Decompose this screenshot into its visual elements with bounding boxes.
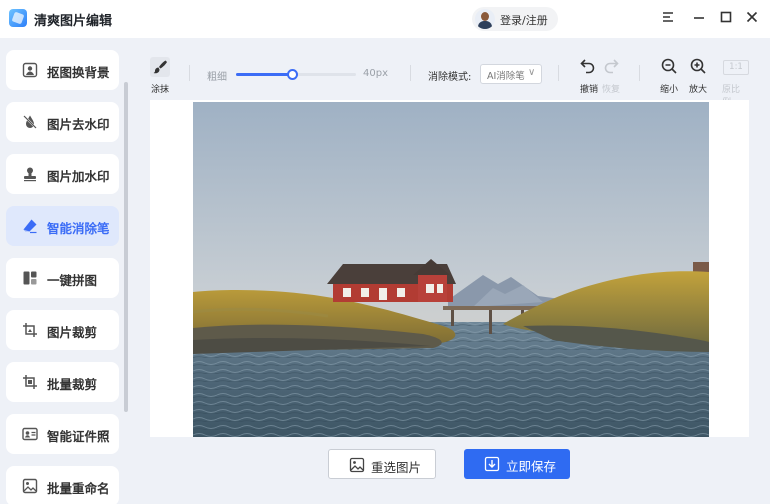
sidebar-item-id-photo[interactable]: 智能证件照 (6, 414, 119, 454)
smear-tool-label: 涂抹 (151, 85, 170, 95)
login-label: 登录/注册 (500, 14, 548, 27)
image-canvas[interactable] (150, 100, 749, 437)
main-panel: 涂抹 粗细 40px 消除模式: AI消除笔 ∨ 撤销 恢复 缩小 放大 1:1… (130, 38, 770, 504)
id-photo-icon (22, 427, 38, 441)
maximize-icon[interactable] (718, 9, 734, 25)
stamp-icon (24, 167, 36, 182)
original-ratio-button[interactable]: 1:1 (723, 60, 749, 75)
sidebar-item-batch-crop[interactable]: 批量裁剪 (6, 362, 119, 402)
collage-icon (23, 271, 37, 285)
sidebar-item-label: 图片去水印 (47, 117, 110, 132)
cutout-icon (22, 62, 38, 78)
save-now-label: 立即保存 (506, 459, 557, 474)
zoom-in-label: 放大 (689, 85, 708, 95)
batch-crop-icon (23, 375, 37, 389)
zoom-in-icon[interactable] (689, 57, 707, 75)
sidebar-item-label: 抠图换背景 (47, 65, 110, 80)
eraser-icon (23, 219, 37, 234)
smear-tool-button[interactable] (150, 57, 170, 77)
minimize-icon[interactable] (691, 9, 707, 25)
app-title: 清爽图片编辑 (34, 14, 113, 29)
sidebar-item-label: 批量重命名 (47, 481, 110, 496)
close-icon[interactable] (744, 9, 760, 25)
rename-icon (22, 478, 38, 494)
brush-size-label: 粗细 (207, 72, 227, 83)
title-bar: 清爽图片编辑 登录/注册 (0, 0, 770, 38)
undo-icon[interactable] (579, 57, 597, 75)
login-button[interactable]: 登录/注册 (472, 7, 558, 31)
sidebar-item-label: 图片加水印 (47, 169, 110, 184)
sidebar-item-label: 图片裁剪 (47, 325, 98, 340)
download-icon (484, 456, 500, 472)
sidebar-item-watermark-remove[interactable]: 图片去水印 (6, 102, 119, 142)
brush-size-fill (236, 73, 293, 76)
undo-label: 撤销 (580, 85, 599, 95)
toolbar-divider (558, 65, 559, 81)
zoom-out-label: 缩小 (660, 85, 679, 95)
chevron-down-icon: ∨ (528, 67, 536, 78)
sidebar-scrollbar[interactable] (124, 82, 128, 412)
redo-icon[interactable] (602, 57, 620, 75)
brush-icon (153, 60, 167, 74)
reselect-image-label: 重选图片 (371, 460, 422, 475)
sidebar-item-label: 智能证件照 (47, 429, 110, 444)
toolbar-divider (639, 65, 640, 81)
image-icon (349, 457, 365, 473)
crop-icon (23, 323, 37, 337)
brush-size-handle[interactable] (286, 69, 298, 80)
sidebar-item-label: 批量裁剪 (47, 377, 98, 392)
redo-label: 恢复 (602, 85, 621, 95)
sidebar-item-cutout[interactable]: 抠图换背景 (6, 50, 119, 90)
erase-mode-value: AI消除笔 (487, 71, 525, 82)
brush-size-slider[interactable] (236, 69, 356, 80)
sidebar: 抠图换背景 图片去水印 图片加水印 智能消除笔 一键拼图 图片裁剪 批量裁剪 智… (0, 38, 130, 504)
zoom-out-icon[interactable] (660, 57, 678, 75)
erase-mode-label: 消除模式: (428, 72, 472, 83)
sidebar-item-label: 一键拼图 (47, 273, 98, 288)
sidebar-item-collage[interactable]: 一键拼图 (6, 258, 119, 298)
app-logo-icon (9, 9, 27, 27)
brush-size-value: 40px (363, 68, 388, 79)
menu-icon[interactable] (660, 9, 676, 25)
avatar-icon (475, 9, 495, 29)
sidebar-item-watermark-add[interactable]: 图片加水印 (6, 154, 119, 194)
watermark-remove-icon (23, 115, 37, 129)
toolbar-divider (189, 65, 190, 81)
save-now-button[interactable]: 立即保存 (464, 449, 570, 479)
sidebar-item-crop[interactable]: 图片裁剪 (6, 310, 119, 350)
edited-photo[interactable] (193, 102, 709, 437)
toolbar-divider (410, 65, 411, 81)
sidebar-item-label: 智能消除笔 (47, 221, 110, 236)
erase-mode-select[interactable]: AI消除笔 ∨ (480, 64, 542, 84)
sidebar-item-batch-rename[interactable]: 批量重命名 (6, 466, 119, 504)
sidebar-item-smart-eraser[interactable]: 智能消除笔 (6, 206, 119, 246)
editor-toolbar: 涂抹 粗细 40px 消除模式: AI消除笔 ∨ 撤销 恢复 缩小 放大 1:1… (150, 49, 749, 108)
reselect-image-button[interactable]: 重选图片 (328, 449, 436, 479)
